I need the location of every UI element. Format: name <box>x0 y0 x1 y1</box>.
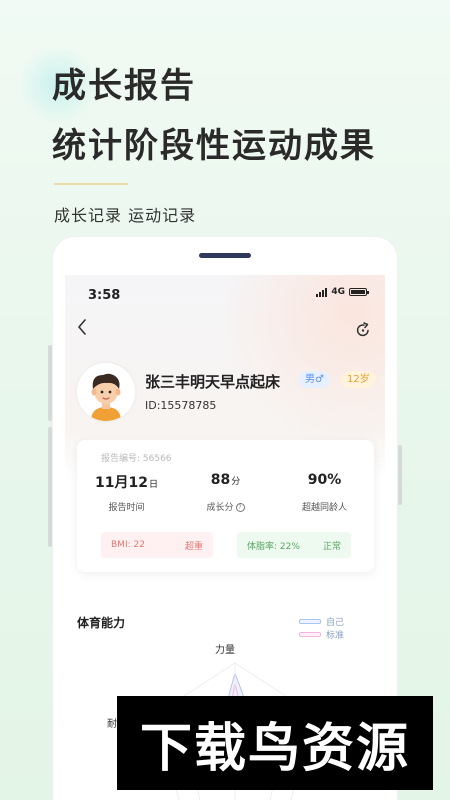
share-icon <box>356 322 369 337</box>
status-icons: 4G <box>316 287 369 297</box>
stat-value-unit: 日 <box>148 480 158 490</box>
phone-speaker <box>199 253 251 258</box>
legend-item-standard: 标准 <box>299 628 344 641</box>
hero-tags: 成长记录 运动记录 <box>54 206 197 225</box>
phone-side-button <box>48 427 52 547</box>
share-button[interactable] <box>355 322 371 338</box>
profile-name: 张三丰明天早点起床 <box>145 373 281 391</box>
hero-subtitle: 统计阶段性运动成果 <box>52 126 376 166</box>
legend-swatch <box>299 632 321 637</box>
radar-axis-label-strength: 力量 <box>215 645 235 656</box>
profile-id: ID:15578785 <box>145 399 217 412</box>
age-badge: 12岁 <box>341 371 376 388</box>
stat-value: 90% <box>275 472 374 492</box>
hero-divider <box>54 183 128 185</box>
watermark-banner: 下载鸟资源 <box>117 696 433 790</box>
body-fat-indicator: 体脂率: 22% 正常 <box>237 532 351 558</box>
body-fat-value: 体脂率: 22% <box>247 541 300 552</box>
bmi-indicator: BMI: 22 超重 <box>101 532 213 558</box>
avatar[interactable] <box>77 363 135 421</box>
stat-value-number: 88 <box>210 472 231 488</box>
screen-tint <box>225 275 385 455</box>
help-icon[interactable]: ? <box>235 503 245 512</box>
back-button[interactable] <box>77 319 87 340</box>
boy-avatar-icon <box>77 363 135 421</box>
watermark-text: 下载鸟资源 <box>139 718 410 779</box>
gender-badge: 男♂ <box>299 371 330 388</box>
signal-icon <box>316 287 328 297</box>
stat-value-unit: 分 <box>231 477 241 487</box>
report-stats: 11月12日 报告时间 88分 成长分? 90% 超越同龄人 <box>77 472 374 513</box>
body-fat-status: 正常 <box>322 541 341 552</box>
stat-label: 报告时间 <box>108 503 145 513</box>
stat-value-number: 11月12 <box>95 475 148 491</box>
battery-icon <box>349 288 369 296</box>
stat-label: 成长分? <box>176 500 275 513</box>
phone-side-button <box>48 345 52 421</box>
legend-label: 标准 <box>326 631 345 641</box>
report-summary-card: 报告编号: 56566 11月12日 报告时间 88分 成长分? 90% 超越同… <box>77 440 374 572</box>
legend-item-self: 自己 <box>299 615 344 628</box>
stat-value: 11月12日 <box>77 472 176 492</box>
radar-axis-label-endurance: 耐 <box>107 719 117 730</box>
status-time: 3:58 <box>88 288 121 303</box>
stat-value: 88分 <box>176 472 275 492</box>
stat-report-date: 11月12日 报告时间 <box>77 472 176 513</box>
legend-label: 自己 <box>326 618 345 628</box>
stat-label-text: 成长分 <box>206 503 234 513</box>
chevron-left-icon <box>78 319 86 335</box>
stat-growth-score: 88分 成长分? <box>176 472 275 513</box>
bmi-status: 超重 <box>184 541 203 552</box>
bmi-value: BMI: 22 <box>111 540 145 550</box>
stat-peer-percentile: 90% 超越同龄人 <box>275 472 374 513</box>
radar-legend: 自己 标准 <box>299 615 344 641</box>
stat-value-number: 90% <box>307 472 342 488</box>
network-label: 4G <box>331 287 345 297</box>
report-number: 报告编号: 56566 <box>101 454 172 464</box>
hero-title: 成长报告 <box>52 66 196 106</box>
phone-side-button <box>398 445 402 505</box>
fitness-section-title: 体育能力 <box>77 616 126 630</box>
stat-label: 超越同龄人 <box>301 503 347 513</box>
legend-swatch <box>299 619 321 624</box>
